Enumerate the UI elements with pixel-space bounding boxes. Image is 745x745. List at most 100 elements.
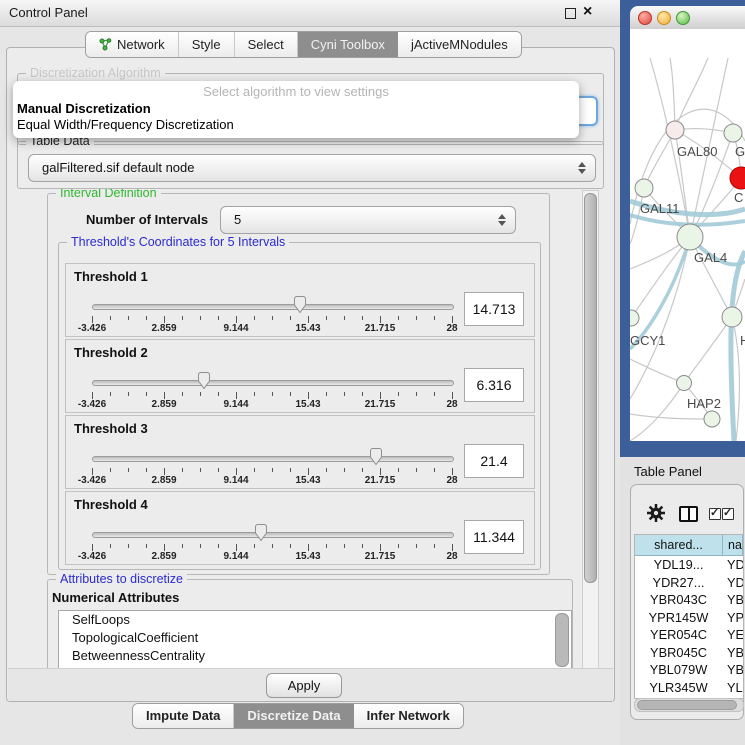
table-cell-name[interactable]: YDL1: [722, 556, 743, 574]
table-row[interactable]: YLR345WYLR3: [635, 679, 743, 697]
threshold-label: Threshold 3: [74, 421, 148, 436]
slider-tick: [344, 468, 345, 472]
tab-select[interactable]: Select: [235, 32, 298, 57]
network-edge[interactable]: [675, 58, 708, 130]
checkbox-icon[interactable]: [722, 508, 734, 520]
threshold-value-field[interactable]: 21.4: [464, 444, 524, 478]
vertical-scrollbar-thumb[interactable]: [584, 193, 597, 583]
slider-tick: [272, 544, 273, 548]
bottom-tab-impute-data[interactable]: Impute Data: [133, 704, 234, 728]
network-canvas[interactable]: GAL80G.CGAL11GAL4GCY1HHAP2: [630, 29, 745, 441]
table-header-shared-name[interactable]: shared...: [635, 535, 723, 555]
table-row[interactable]: YDL19...YDL1: [635, 556, 743, 574]
slider-thumb[interactable]: [253, 523, 269, 542]
attributes-to-discretize-group: Attributes to discretize Numerical Attri…: [47, 579, 573, 668]
close-icon[interactable]: ×: [583, 2, 592, 22]
network-node-gal80[interactable]: [666, 121, 684, 139]
apply-button[interactable]: Apply: [266, 673, 342, 698]
slider-tick: [416, 544, 417, 548]
columns-icon[interactable]: [679, 506, 698, 522]
threshold-value-field[interactable]: 14.713: [464, 292, 524, 326]
slider-track[interactable]: [92, 532, 454, 538]
network-node-gal11[interactable]: [635, 179, 653, 197]
table-row[interactable]: YER054CYER0: [635, 626, 743, 644]
network-edge[interactable]: [630, 383, 684, 441]
table-row[interactable]: YBL079WYBL0: [635, 661, 743, 679]
table-cell-shared-name[interactable]: YPR145W: [635, 609, 722, 627]
number-of-intervals-combobox[interactable]: 5: [220, 206, 516, 234]
table-cell-shared-name[interactable]: YDL19...: [635, 556, 722, 574]
attribute-list-item[interactable]: SelfLoops: [59, 611, 571, 629]
tab-cyni-toolbox[interactable]: Cyni Toolbox: [298, 32, 398, 57]
numerical-attributes-list[interactable]: SelfLoopsTopologicalCoefficientBetweenne…: [58, 610, 572, 668]
bottom-tab-discretize-data[interactable]: Discretize Data: [234, 704, 353, 728]
dropdown-option[interactable]: Equal Width/Frequency Discretization: [16, 117, 575, 132]
table-horizontal-scrollbar-thumb[interactable]: [637, 700, 737, 710]
network-edge[interactable]: [630, 359, 684, 383]
table-data-combobox[interactable]: galFiltered.sif default node: [28, 154, 596, 182]
network-node-g[interactable]: [724, 124, 742, 142]
table-horizontal-scrollbar[interactable]: [634, 698, 744, 712]
table-row[interactable]: YDR27...YDR2: [635, 574, 743, 592]
table-panel-box: shared... na YDL19...YDL1YDR27...YDR2YBR…: [630, 484, 744, 720]
table-cell-shared-name[interactable]: YBR043C: [635, 591, 722, 609]
slider-track[interactable]: [92, 456, 454, 462]
table-cell-name[interactable]: YBR0: [722, 644, 743, 662]
network-node-gcy1[interactable]: [630, 310, 639, 326]
tab-jactivemnodules[interactable]: jActiveMNodules: [398, 32, 521, 57]
table-cell-name[interactable]: YLR3: [722, 679, 743, 697]
slider-track[interactable]: [92, 380, 454, 386]
table-row[interactable]: YBR045CYBR0: [635, 644, 743, 662]
node-table[interactable]: shared... na YDL19...YDL1YDR27...YDR2YBR…: [634, 534, 744, 699]
attribute-list-item[interactable]: BetweennessCentrality: [59, 647, 571, 665]
table-cell-shared-name[interactable]: YBL079W: [635, 661, 722, 679]
threshold-value-field[interactable]: 6.316: [464, 368, 524, 402]
tab-style[interactable]: Style: [179, 32, 235, 57]
table-cell-shared-name[interactable]: YDR27...: [635, 574, 722, 592]
slider-track[interactable]: [92, 304, 454, 310]
network-node-label: GAL80: [677, 144, 717, 159]
tab-network[interactable]: Network: [86, 32, 179, 57]
table-cell-shared-name[interactable]: YER054C: [635, 626, 722, 644]
float-window-icon[interactable]: [565, 8, 576, 19]
slider-tick: [380, 392, 381, 399]
slider-thumb[interactable]: [196, 371, 212, 390]
table-cell-name[interactable]: YBR0: [722, 591, 743, 609]
slider-tick: [344, 316, 345, 320]
network-node[interactable]: [704, 411, 720, 427]
table-cell-name[interactable]: YBL0: [722, 661, 743, 679]
table-cell-name[interactable]: YER0: [722, 626, 743, 644]
table-cell-name[interactable]: YDR2: [722, 574, 743, 592]
table-cell-name[interactable]: YPR1: [722, 609, 743, 627]
dropdown-option[interactable]: Manual Discretization: [16, 101, 575, 116]
network-node-hap2[interactable]: [677, 376, 692, 391]
slider-tick: [308, 316, 309, 323]
table-cell-shared-name[interactable]: YBR045C: [635, 644, 722, 662]
gear-icon[interactable]: [647, 504, 665, 522]
slider-thumb[interactable]: [292, 295, 308, 314]
table-cell-shared-name[interactable]: YLR345W: [635, 679, 722, 697]
network-node-h[interactable]: [722, 307, 742, 327]
window-minimize-icon[interactable]: [657, 11, 671, 25]
slider-tick: [434, 392, 435, 396]
checkbox-icon[interactable]: [709, 508, 721, 520]
network-edge[interactable]: [684, 317, 732, 383]
attributes-list-scrollbar[interactable]: [555, 613, 569, 667]
attribute-list-item[interactable]: TopologicalCoefficient: [59, 629, 571, 647]
bottom-tab-infer-network[interactable]: Infer Network: [354, 704, 463, 728]
window-close-icon[interactable]: [638, 11, 652, 25]
window-zoom-icon[interactable]: [676, 11, 690, 25]
vertical-scrollbar[interactable]: [582, 190, 599, 669]
network-edge[interactable]: [670, 58, 675, 130]
network-node-gal4[interactable]: [677, 224, 703, 250]
bottom-tab-label: Impute Data: [146, 704, 220, 728]
slider-thumb[interactable]: [368, 447, 384, 466]
table-header-name[interactable]: na: [723, 535, 743, 555]
slider-tick: [380, 468, 381, 475]
slider-tick: [326, 392, 327, 396]
network-edge[interactable]: [690, 237, 732, 317]
table-row[interactable]: YBR043CYBR0: [635, 591, 743, 609]
threshold-value-field[interactable]: 11.344: [464, 520, 524, 554]
table-row[interactable]: YPR145WYPR1: [635, 609, 743, 627]
network-edge[interactable]: [630, 414, 712, 419]
